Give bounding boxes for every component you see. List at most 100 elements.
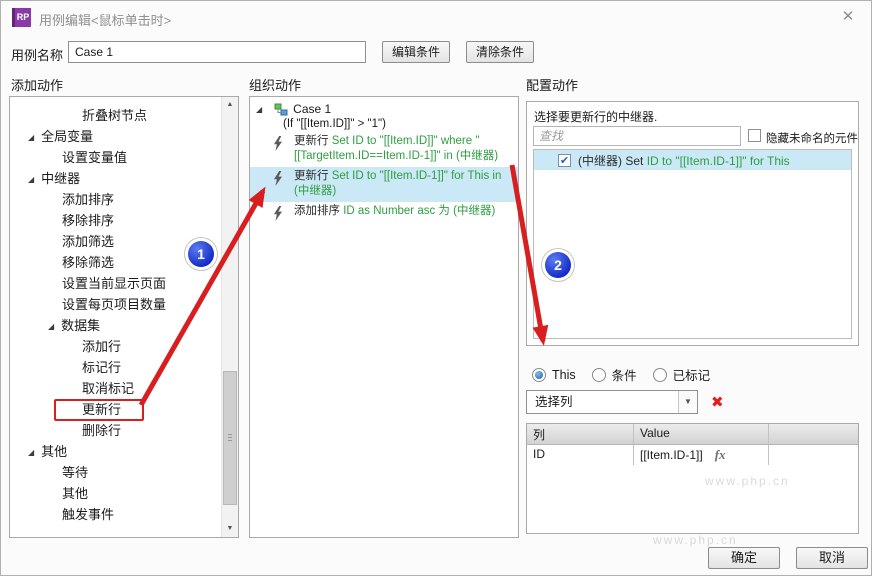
tree-item-17[interactable]: 等待 — [10, 462, 221, 483]
close-icon[interactable]: ✕ — [837, 7, 859, 27]
hide-unnamed-checkbox[interactable] — [748, 129, 761, 142]
column-select-value: 选择列 — [535, 395, 573, 409]
configure-instruction: 选择要更新行的中继器. — [534, 110, 658, 124]
tree-item-18[interactable]: 其他 — [10, 483, 221, 504]
triangle-expand-icon[interactable]: ◢ — [256, 105, 262, 114]
tree-item-5[interactable]: 移除排序 — [10, 210, 221, 231]
fx-icon[interactable]: fx — [715, 447, 726, 462]
tree-item-label: 添加筛选 — [62, 234, 115, 249]
tree-item-label: 移除筛选 — [62, 255, 115, 270]
repeater-list: ✔ (中继器) Set ID to "[[Item.ID-1]]" for Th… — [533, 149, 852, 339]
tree-item-label: 其他 — [62, 486, 89, 501]
radio-icon[interactable] — [652, 367, 667, 382]
case-action-0[interactable]: 更新行 Set ID to "[[Item.ID]]" where "[[Tar… — [250, 132, 518, 167]
tree-item-label: 其他 — [41, 444, 68, 459]
lightning-icon — [274, 171, 282, 186]
radio-condition[interactable]: 条件 — [591, 365, 637, 384]
table-header-row: 列 Value — [527, 424, 858, 445]
tree-item-label: 设置变量值 — [62, 150, 128, 165]
case-actions: 更新行 Set ID to "[[Item.ID]]" where "[[Tar… — [250, 132, 518, 222]
tree-item-label: 标记行 — [82, 360, 122, 375]
cancel-button[interactable]: 取消 — [796, 547, 868, 569]
table-row[interactable]: ID [[Item.ID-1]] fx — [527, 445, 858, 465]
case-action-2[interactable]: 添加排序 ID as Number asc 为 (中继器) — [250, 202, 518, 222]
triangle-expand-icon[interactable]: ◢ — [48, 316, 54, 337]
tree-item-label: 添加行 — [82, 339, 122, 354]
tree-item-4[interactable]: 添加排序 — [10, 189, 221, 210]
tree-item-6[interactable]: 添加筛选 — [10, 231, 221, 252]
tree-item-11[interactable]: 添加行 — [10, 336, 221, 357]
radio-this-label: This — [552, 367, 576, 382]
tree-item-label: 更新行 — [82, 402, 122, 417]
case-node[interactable]: ◢ Case 1 — [250, 97, 518, 117]
tree-item-label: 中继器 — [41, 171, 81, 186]
action-name: 添加排序 — [294, 205, 344, 217]
scrollbar-thumb[interactable] — [223, 371, 237, 505]
tree-item-7[interactable]: 移除筛选 — [10, 252, 221, 273]
action-description: ID as Number asc 为 (中继器) — [343, 205, 496, 217]
edit-condition-button[interactable]: 编辑条件 — [382, 41, 450, 63]
cell-blank — [769, 445, 858, 465]
tree-item-label: 设置每页项目数量 — [62, 297, 167, 312]
tree-item-label: 等待 — [62, 465, 89, 480]
tree-item-3[interactable]: ◢ 中继器 — [10, 168, 221, 189]
tree-item-14[interactable]: 更新行 — [10, 399, 221, 421]
scrollbar-grip-icon — [228, 434, 232, 441]
column-value-table: 列 Value ID [[Item.ID-1]] fx — [526, 423, 859, 534]
tree-item-8[interactable]: 设置当前显示页面 — [10, 273, 221, 294]
tree-item-0[interactable]: 折叠树节点 — [10, 105, 221, 126]
watermark: www.php.cn — [653, 533, 738, 547]
case-label: Case 1 — [293, 102, 332, 116]
tree-item-2[interactable]: 设置变量值 — [10, 147, 221, 168]
tree-item-label: 添加排序 — [62, 192, 115, 207]
header-column: 列 — [527, 424, 634, 444]
left-panel-scrollbar[interactable]: ▲ ▼ — [221, 97, 238, 537]
search-input[interactable] — [533, 126, 741, 146]
tree-item-10[interactable]: ◢ 数据集 — [10, 315, 221, 336]
triangle-expand-icon[interactable]: ◢ — [28, 169, 34, 190]
radio-icon[interactable] — [591, 367, 606, 382]
lightning-icon — [274, 206, 282, 221]
add-actions-header: 添加动作 — [11, 78, 64, 93]
organize-actions-panel: ◢ Case 1 (If "[[Item.ID]]" > "1") 更新行 Se… — [249, 96, 519, 538]
add-actions-panel: 折叠树节点 ◢ 全局变量设置变量值 ◢ 中继器添加排序移除排序添加筛选移除筛选设置当前显… — [9, 96, 239, 538]
tree-item-label: 删除行 — [82, 423, 122, 438]
radio-marked[interactable]: 已标记 — [652, 365, 711, 384]
radio-marked-label: 已标记 — [672, 369, 711, 383]
header-blank — [769, 424, 858, 444]
row-target-radio-group: This 条件 已标记 — [532, 365, 710, 384]
case-editor-dialog: RP 用例编辑<鼠标单击时> ✕ 用例名称 编辑条件 清除条件 添加动作 组织动… — [0, 0, 872, 576]
hide-unnamed-label: 隐藏未命名的元件 — [766, 133, 858, 145]
triangle-expand-icon[interactable]: ◢ — [28, 442, 34, 463]
tree-item-13[interactable]: 取消标记 — [10, 378, 221, 399]
cell-value[interactable]: [[Item.ID-1]] — [640, 448, 703, 462]
value-table-body: ID [[Item.ID-1]] fx — [527, 445, 858, 465]
column-select-dropdown[interactable]: 选择列 ▼ — [526, 390, 698, 414]
tree-item-1[interactable]: ◢ 全局变量 — [10, 126, 221, 147]
clear-condition-button[interactable]: 清除条件 — [466, 41, 534, 63]
repeater-list-item[interactable]: ✔ (中继器) Set ID to "[[Item.ID-1]]" for Th… — [534, 150, 851, 170]
configure-actions-header: 配置动作 — [526, 78, 579, 93]
radio-selected-icon[interactable] — [532, 367, 546, 382]
triangle-expand-icon[interactable]: ◢ — [28, 127, 34, 148]
case-action-1[interactable]: 更新行 Set ID to "[[Item.ID-1]]" for This i… — [250, 167, 518, 202]
ok-button[interactable]: 确定 — [708, 547, 780, 569]
tree-item-19[interactable]: 触发事件 — [10, 504, 221, 525]
dialog-title: 用例编辑<鼠标单击时> — [39, 13, 172, 28]
checked-checkbox[interactable]: ✔ — [558, 153, 571, 167]
case-name-input[interactable] — [68, 41, 366, 63]
tree-item-label: 触发事件 — [62, 507, 115, 522]
radio-this[interactable]: This — [532, 367, 576, 382]
tree-item-16[interactable]: ◢ 其他 — [10, 441, 221, 462]
tree-item-9[interactable]: 设置每页项目数量 — [10, 294, 221, 315]
tree-item-label: 折叠树节点 — [82, 108, 148, 123]
scroll-up-icon[interactable]: ▲ — [222, 97, 238, 113]
remove-column-icon[interactable]: ✖ — [711, 393, 724, 411]
tree-item-label: 数据集 — [61, 318, 101, 333]
scroll-down-icon[interactable]: ▼ — [222, 521, 238, 537]
tree-item-label: 取消标记 — [82, 381, 135, 396]
tree-item-15[interactable]: 删除行 — [10, 420, 221, 441]
case-icon — [274, 103, 288, 115]
tree-item-12[interactable]: 标记行 — [10, 357, 221, 378]
chevron-down-icon[interactable]: ▼ — [678, 391, 697, 413]
